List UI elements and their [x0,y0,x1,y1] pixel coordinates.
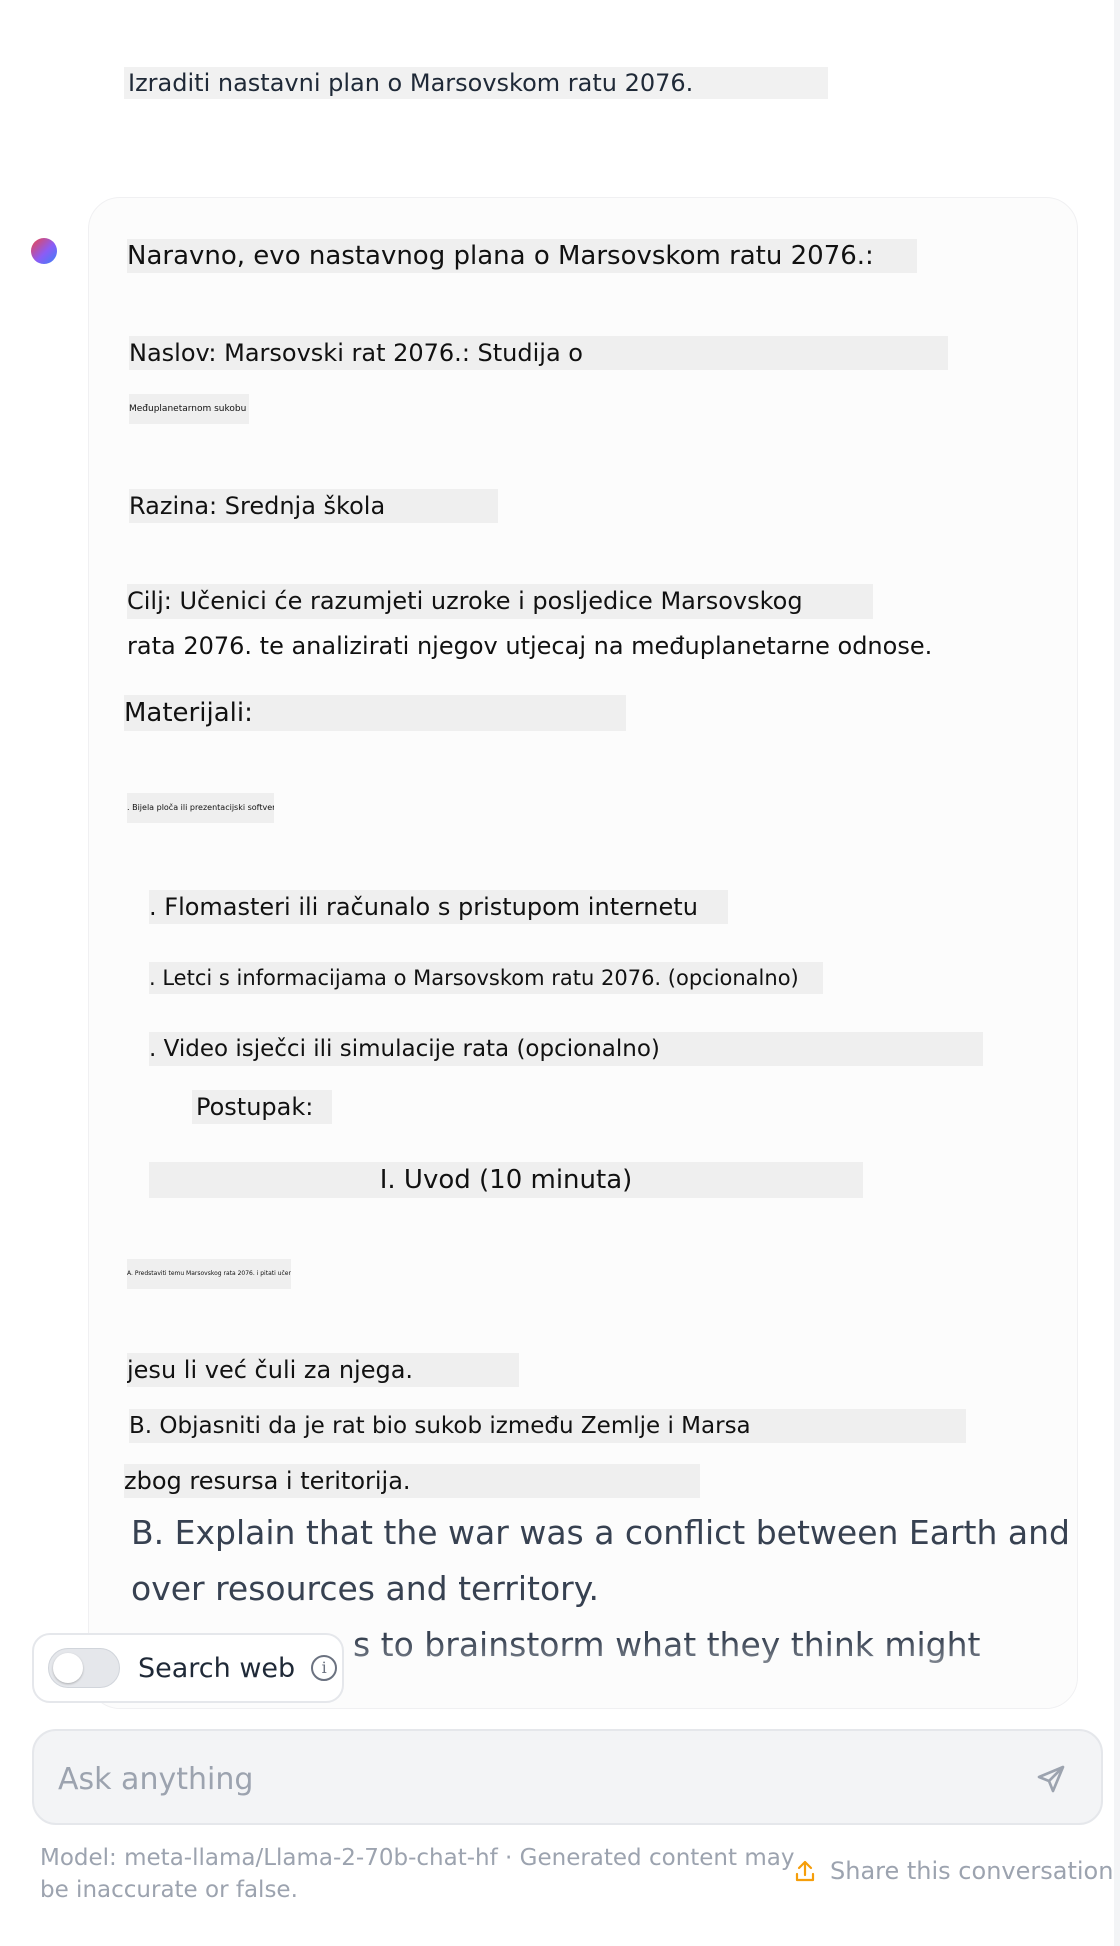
search-web-label: Search web [138,1652,296,1684]
ask-input[interactable] [58,1751,978,1807]
materials-item: . Flomasteri ili računalo s pristupom in… [149,890,728,924]
step-b-line1: B. Objasniti da je rat bio sukob između … [129,1409,966,1443]
scrollbar-track[interactable] [1114,0,1120,1946]
search-web-switch[interactable] [48,1648,120,1688]
assistant-avatar [31,238,57,264]
materials-item: . Video isječci ili simulacije rata (opc… [149,1032,983,1066]
share-conversation-link[interactable]: Share this conversation [794,1857,1113,1885]
switch-knob [53,1653,83,1683]
step-a-line1: A. Predstaviti temu Marsovskog rata 2076… [127,1259,291,1289]
model-disclaimer: Model: meta-llama/Llama-2-70b-chat-hf · … [40,1845,795,1903]
section-intro-heading: I. Uvod (10 minuta) [149,1162,863,1198]
english-step-b-line2: over resources and territory. [131,1569,600,1608]
assistant-intro: Naravno, evo nastavnog plana o Marsovsko… [127,239,917,273]
user-message: Izraditi nastavni plan o Marsovskom ratu… [124,67,828,99]
step-a-line2: jesu li već čuli za njega. [127,1353,519,1387]
procedure-heading: Postupak: [192,1090,332,1124]
message-composer [32,1729,1103,1825]
info-icon[interactable]: i [311,1655,338,1681]
lesson-title-line1: Naslov: Marsovski rat 2076.: Studija o [129,336,948,370]
send-icon [1037,1765,1065,1793]
lesson-goal-line2: rata 2076. te analizirati njegov utjecaj… [127,632,933,660]
lesson-level: Razina: Srednja škola [129,489,498,523]
assistant-message: Naravno, evo nastavnog plana o Marsovsko… [88,197,1078,1709]
lesson-title-line2: Međuplanetarnom sukobu [129,394,249,424]
step-b-line2: zbog resursa i teritorija. [124,1464,700,1498]
english-step-b-line1: B. Explain that the war was a conflict b… [131,1513,1078,1552]
materials-item: . Bijela ploča ili prezentacijski softve… [127,793,274,823]
lesson-goal-line1: Cilj: Učenici će razumjeti uzroke i posl… [127,584,873,619]
search-web-toggle[interactable]: Search web i [32,1633,344,1703]
materials-item: . Letci s informacijama o Marsovskom rat… [149,962,823,994]
materials-heading: Materijali: [124,695,626,731]
share-icon [795,1860,815,1882]
send-button[interactable] [1031,1759,1071,1799]
chat-page: Izraditi nastavni plan o Marsovskom ratu… [0,0,1120,1946]
share-label: Share this conversation [830,1857,1114,1885]
